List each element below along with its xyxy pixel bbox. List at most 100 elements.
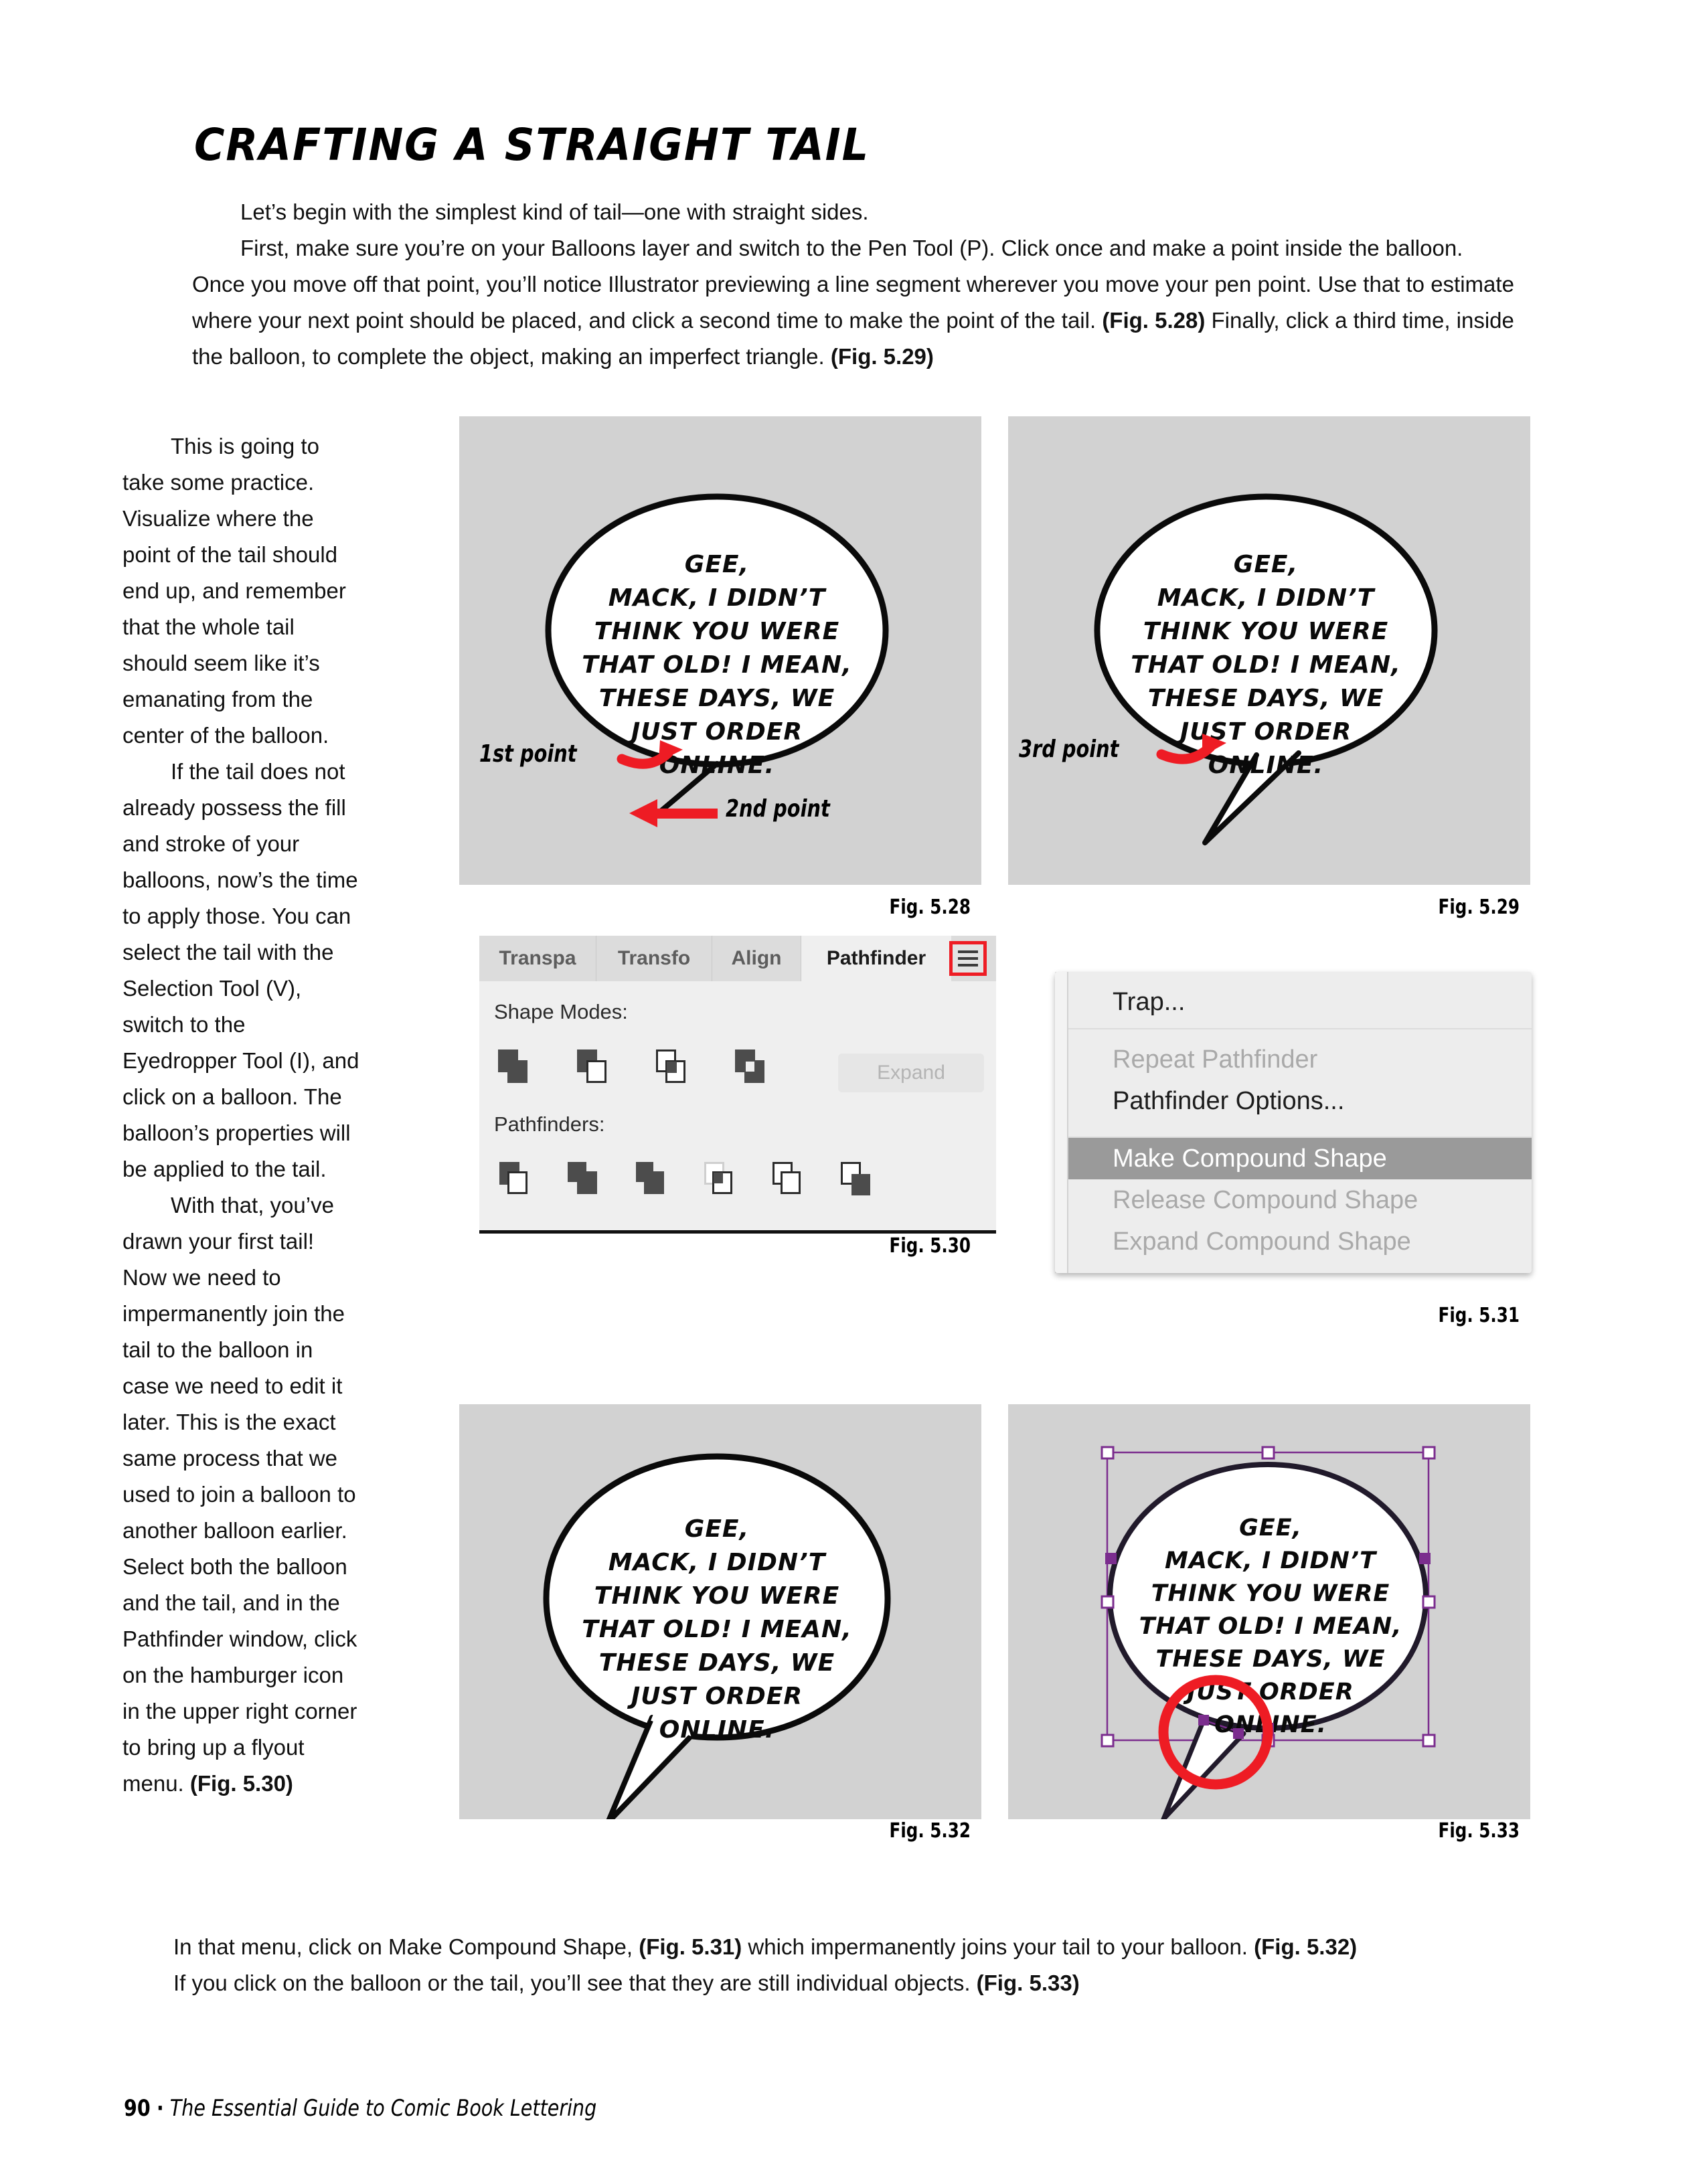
svg-text:THAT OLD! I MEAN,: THAT OLD! I MEAN, bbox=[582, 1616, 852, 1643]
bottom-paragraphs: In that menu, click on Make Compound Sha… bbox=[125, 1929, 1464, 2001]
annotation-3rd-point: 3rd point bbox=[1019, 736, 1119, 763]
balloon-illustration-528: GEE, MACK, I DIDN’T THINK YOU WERE THAT … bbox=[545, 493, 889, 827]
menu-item-expand-compound-shape[interactable]: Expand Compound Shape bbox=[1055, 1221, 1532, 1262]
balloon-line-1: GEE, bbox=[685, 551, 749, 578]
left-column-paragraphs: This is going to take some practice. Vis… bbox=[123, 428, 360, 1802]
paragraph-1: Let’s begin with the simplest kind of ta… bbox=[192, 194, 1518, 230]
svg-text:MACK, I DIDN’T: MACK, I DIDN’T bbox=[1157, 584, 1376, 612]
unite-icon[interactable] bbox=[497, 1048, 533, 1084]
caption-5-33: Fig. 5.33 bbox=[1438, 1819, 1520, 1843]
page-footer: 90 · The Essential Guide to Comic Book L… bbox=[124, 2095, 596, 2122]
svg-text:MACK, I DIDN’T: MACK, I DIDN’T bbox=[1165, 1547, 1378, 1574]
svg-text:THESE DAYS, WE: THESE DAYS, WE bbox=[599, 1649, 835, 1677]
balloon-illustration-532: GEE, MACK, I DIDN’T THINK YOU WERE THAT … bbox=[543, 1453, 891, 1819]
figure-ref-531: (Fig. 5.31) bbox=[639, 1934, 742, 1959]
exclude-icon[interactable] bbox=[734, 1048, 770, 1084]
paragraph-2: First, make sure you’re on your Balloons… bbox=[192, 230, 1518, 375]
menu-left-edge bbox=[1055, 972, 1068, 1273]
left-paragraph-1: This is going to take some practice. Vis… bbox=[123, 428, 360, 754]
caption-5-29: Fig. 5.29 bbox=[1438, 896, 1520, 919]
trim-icon[interactable] bbox=[566, 1161, 602, 1197]
footer-page-number: 90 bbox=[124, 2095, 151, 2122]
tab-pathfinder[interactable]: Pathfinder bbox=[801, 936, 951, 981]
tab-align[interactable]: Align bbox=[712, 936, 801, 981]
balloon-line-4: THAT OLD! I MEAN, bbox=[582, 651, 852, 679]
balloon-line-5: THESE DAYS, WE bbox=[599, 685, 835, 712]
figure-ref-532: (Fig. 5.32) bbox=[1254, 1934, 1358, 1959]
annotation-1st-point: 1st point bbox=[479, 740, 577, 768]
svg-text:GEE,: GEE, bbox=[685, 1515, 749, 1543]
merge-icon[interactable] bbox=[635, 1161, 671, 1197]
balloon-line-7: ONLINE. bbox=[659, 752, 775, 779]
outline-icon[interactable] bbox=[771, 1161, 807, 1197]
balloon-illustration-533-selected: GEE, MACK, I DIDN’T THINK YOU WERE THAT … bbox=[1101, 1446, 1436, 1819]
svg-text:THINK YOU WERE: THINK YOU WERE bbox=[1143, 618, 1388, 645]
balloon-line-3: THINK YOU WERE bbox=[594, 618, 839, 645]
intro-paragraphs: Let’s begin with the simplest kind of ta… bbox=[192, 194, 1518, 375]
menu-separator-2 bbox=[1055, 1131, 1532, 1138]
balloon-line-6: JUST ORDER bbox=[627, 718, 803, 746]
shape-modes-label: Shape Modes: bbox=[494, 1000, 628, 1023]
svg-text:THESE DAYS, WE: THESE DAYS, WE bbox=[1155, 1646, 1385, 1673]
pathfinders-label: Pathfinders: bbox=[494, 1112, 605, 1136]
menu-item-repeat-pathfinder[interactable]: Repeat Pathfinder bbox=[1055, 1039, 1532, 1080]
expand-button[interactable]: Expand bbox=[838, 1054, 984, 1092]
menu-separator-1 bbox=[1055, 1023, 1532, 1029]
minus-back-icon[interactable] bbox=[839, 1161, 876, 1197]
shape-modes-row bbox=[497, 1048, 770, 1084]
figure-5-31-flyout-menu: Trap... Repeat Pathfinder Pathfinder Opt… bbox=[1055, 972, 1532, 1273]
document-page: CRAFTING A STRAIGHT TAIL Let’s begin wit… bbox=[0, 0, 1707, 2184]
figure-ref-530: (Fig. 5.30) bbox=[189, 1771, 293, 1796]
svg-text:ONLINE.: ONLINE. bbox=[1208, 752, 1323, 779]
figure-5-29: GEE, MACK, I DIDN’T THINK YOU WERE THAT … bbox=[1008, 416, 1530, 885]
figure-ref-529: (Fig. 5.29) bbox=[830, 344, 934, 369]
menu-item-pathfinder-options[interactable]: Pathfinder Options... bbox=[1055, 1080, 1532, 1122]
crop-icon[interactable] bbox=[703, 1161, 739, 1197]
figure-ref-528: (Fig. 5.28) bbox=[1102, 308, 1206, 333]
minus-front-icon[interactable] bbox=[576, 1048, 612, 1084]
caption-5-31: Fig. 5.31 bbox=[1438, 1304, 1520, 1327]
caption-5-28: Fig. 5.28 bbox=[889, 896, 971, 919]
left-paragraph-3: With that, you’ve drawn your first tail!… bbox=[123, 1187, 360, 1802]
intersect-icon[interactable] bbox=[655, 1048, 691, 1084]
balloon-illustration-529: GEE, MACK, I DIDN’T THINK YOU WERE THAT … bbox=[1094, 493, 1438, 845]
svg-text:THAT OLD! I MEAN,: THAT OLD! I MEAN, bbox=[1131, 651, 1401, 679]
left-p3a-text: With that, you’ve drawn your first tail!… bbox=[123, 1193, 357, 1796]
page-title: CRAFTING A STRAIGHT TAIL bbox=[194, 119, 870, 171]
svg-text:GEE,: GEE, bbox=[1234, 551, 1298, 578]
tab-transform[interactable]: Transfo bbox=[596, 936, 712, 981]
annotation-2nd-point: 2nd point bbox=[726, 795, 830, 823]
pathfinder-tab-row: Transpa Transfo Align Pathfinder bbox=[479, 936, 996, 981]
hamburger-menu-icon[interactable] bbox=[949, 941, 987, 976]
bottom-p1a-text: In that menu, click on Make Compound Sha… bbox=[173, 1934, 639, 1959]
footer-separator: · bbox=[156, 2095, 164, 2122]
svg-text:GEE,: GEE, bbox=[1239, 1515, 1302, 1541]
svg-text:MACK, I DIDN’T: MACK, I DIDN’T bbox=[608, 1549, 827, 1576]
svg-text:THINK YOU WERE: THINK YOU WERE bbox=[1151, 1580, 1390, 1607]
caption-5-32: Fig. 5.32 bbox=[889, 1819, 971, 1843]
menu-item-release-compound-shape[interactable]: Release Compound Shape bbox=[1055, 1179, 1532, 1221]
svg-text:THAT OLD! I MEAN,: THAT OLD! I MEAN, bbox=[1139, 1613, 1402, 1640]
figure-ref-533: (Fig. 5.33) bbox=[976, 1970, 1080, 1995]
menu-item-make-compound-shape[interactable]: Make Compound Shape bbox=[1055, 1138, 1532, 1179]
menu-item-trap[interactable]: Trap... bbox=[1055, 981, 1532, 1023]
bottom-paragraph-2: If you click on the balloon or the tail,… bbox=[125, 1965, 1464, 2001]
svg-text:ONLINE.: ONLINE. bbox=[659, 1716, 775, 1744]
bottom-p1b-text: which impermanently joins your tail to y… bbox=[742, 1934, 1254, 1959]
caption-5-30: Fig. 5.30 bbox=[889, 1234, 971, 1258]
divide-icon[interactable] bbox=[498, 1161, 534, 1197]
footer-book-title: The Essential Guide to Comic Book Letter… bbox=[169, 2095, 597, 2122]
figure-5-28: GEE, MACK, I DIDN’T THINK YOU WERE THAT … bbox=[459, 416, 981, 885]
figure-5-33: GEE, MACK, I DIDN’T THINK YOU WERE THAT … bbox=[1008, 1404, 1530, 1819]
left-paragraph-2: If the tail does not already possess the… bbox=[123, 754, 360, 1187]
bottom-paragraph-1: In that menu, click on Make Compound Sha… bbox=[125, 1929, 1464, 1965]
pathfinders-row bbox=[498, 1161, 876, 1197]
figure-5-32: GEE, MACK, I DIDN’T THINK YOU WERE THAT … bbox=[459, 1404, 981, 1819]
figure-5-30-pathfinder-panel: Transpa Transfo Align Pathfinder Shape M… bbox=[479, 936, 996, 1230]
svg-text:THESE DAYS, WE: THESE DAYS, WE bbox=[1148, 685, 1384, 712]
svg-text:JUST ORDER: JUST ORDER bbox=[627, 1683, 803, 1710]
tab-transparency[interactable]: Transpa bbox=[479, 936, 596, 981]
left-p1-text: This is going to take some practice. Vis… bbox=[123, 434, 346, 748]
balloon-line-2: MACK, I DIDN’T bbox=[608, 584, 827, 612]
intro-p1-text: Let’s begin with the simplest kind of ta… bbox=[240, 199, 869, 224]
